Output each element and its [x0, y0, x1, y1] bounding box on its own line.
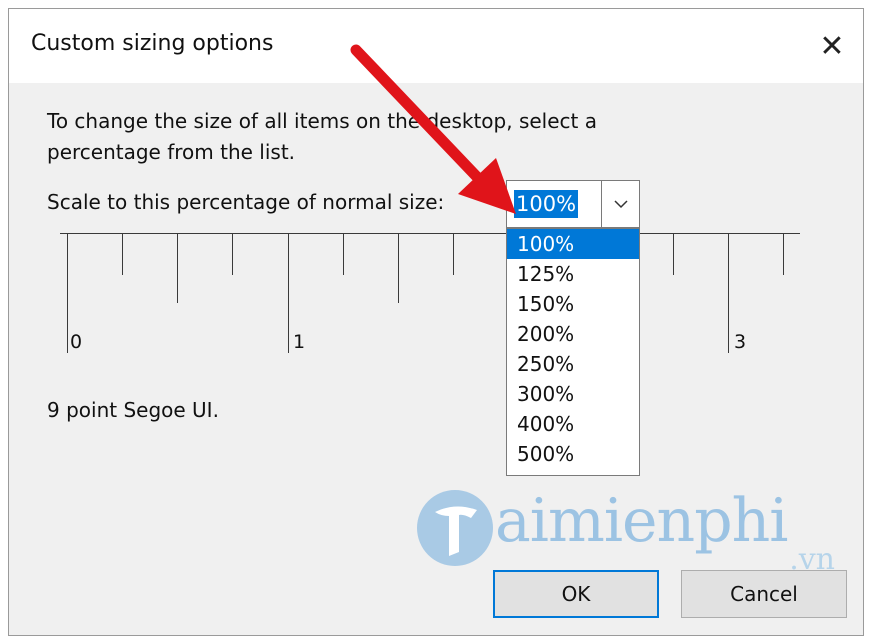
ruler[interactable]: 0 1 3 — [60, 233, 800, 373]
scale-option-200[interactable]: 200% — [507, 319, 639, 349]
cancel-button[interactable]: Cancel — [681, 570, 847, 618]
scale-option-500[interactable]: 500% — [507, 439, 639, 469]
scale-dropdown-button[interactable] — [601, 181, 639, 227]
chevron-down-icon — [613, 199, 628, 208]
scale-label: Scale to this percentage of normal size: — [47, 190, 445, 214]
ruler-tick — [288, 233, 289, 353]
scale-combobox[interactable]: 100% — [506, 180, 640, 228]
ruler-baseline — [60, 233, 800, 234]
ok-button[interactable]: OK — [493, 570, 659, 618]
title-bar: Custom sizing options ✕ — [9, 9, 863, 83]
ruler-tick — [67, 233, 68, 353]
ruler-tick — [177, 233, 178, 303]
ruler-tick — [453, 233, 454, 275]
ruler-tick — [398, 233, 399, 303]
scale-dropdown-list[interactable]: 100% 125% 150% 200% 250% 300% 400% 500% — [506, 228, 640, 476]
scale-option-150[interactable]: 150% — [507, 289, 639, 319]
ruler-tick — [728, 233, 729, 353]
scale-option-400[interactable]: 400% — [507, 409, 639, 439]
watermark-t-icon — [417, 490, 493, 566]
close-icon: ✕ — [819, 28, 845, 64]
ruler-tick — [343, 233, 344, 275]
ruler-tick — [783, 233, 784, 275]
scale-option-250[interactable]: 250% — [507, 349, 639, 379]
close-button[interactable]: ✕ — [801, 9, 863, 83]
dialog-title: Custom sizing options — [31, 31, 274, 56]
description-text: To change the size of all items on the d… — [47, 109, 597, 164]
ruler-tick — [122, 233, 123, 275]
ruler-label-1: 1 — [293, 331, 306, 353]
scale-option-100[interactable]: 100% — [507, 229, 639, 259]
watermark-logo: aimienphi .vn — [413, 470, 853, 580]
scale-combobox-value[interactable]: 100% — [514, 190, 579, 218]
scale-option-125[interactable]: 125% — [507, 259, 639, 289]
font-info-text: 9 point Segoe UI. — [47, 398, 219, 422]
scale-option-300[interactable]: 300% — [507, 379, 639, 409]
ruler-label-3: 3 — [734, 331, 747, 353]
ruler-tick — [673, 233, 674, 275]
ruler-tick — [232, 233, 233, 275]
ruler-label-0: 0 — [70, 331, 83, 353]
watermark-text: aimienphi — [495, 486, 788, 556]
